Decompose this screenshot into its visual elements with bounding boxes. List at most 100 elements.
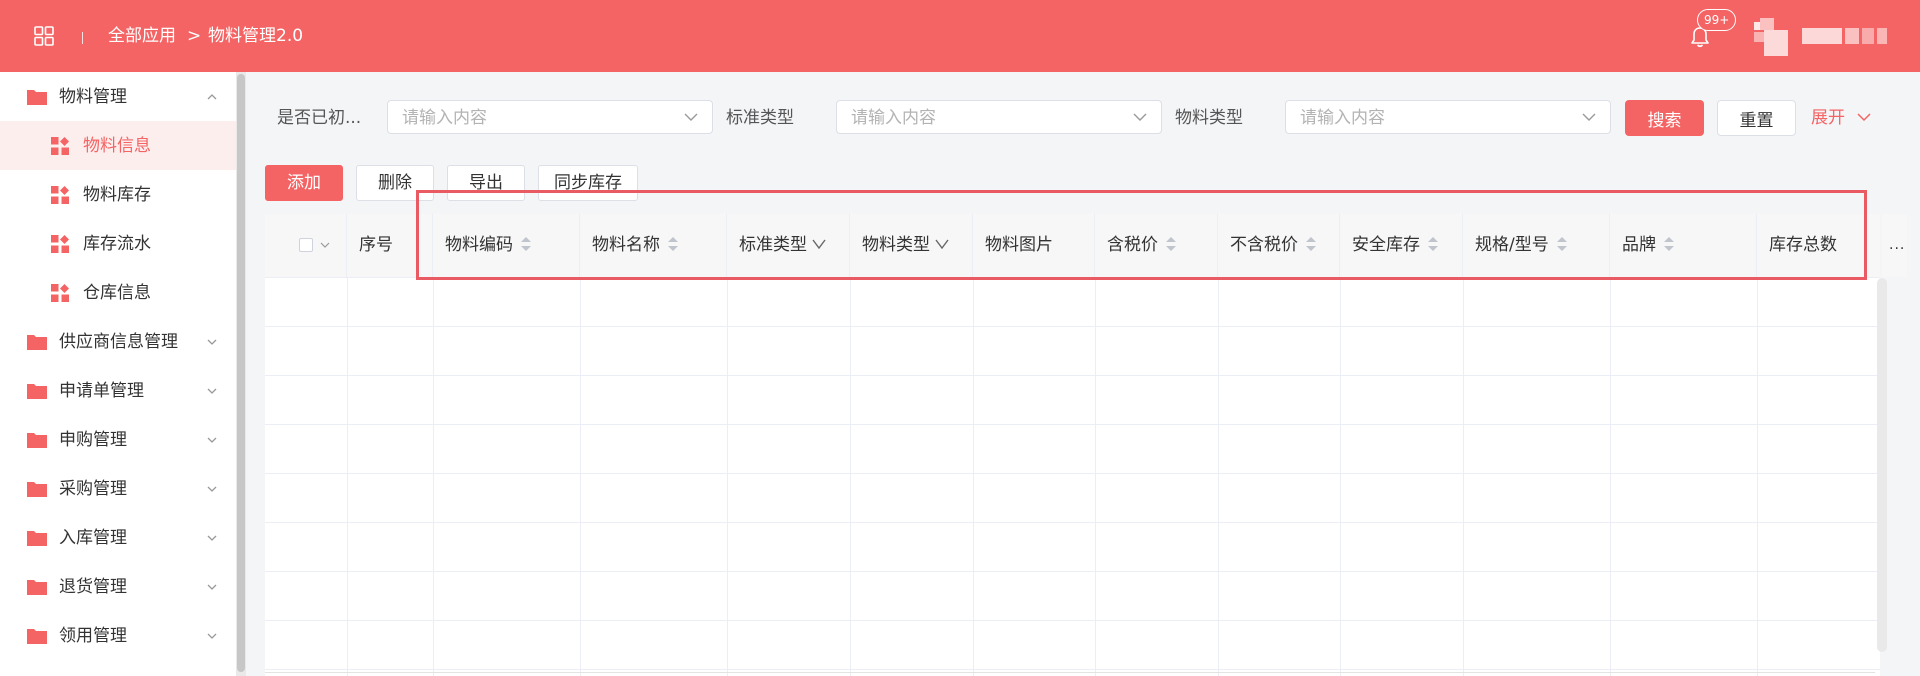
column-divider [1463,278,1464,676]
column-title: 序号 [359,235,393,255]
sidebar-item-label: 申请单管理 [59,381,144,401]
username-redacted[interactable] [1802,28,1890,47]
select-placeholder: 请输入内容 [402,108,487,128]
sidebar-item-stock-flow[interactable]: 库存流水 [0,219,236,268]
filter-label-initialized: 是否已初... [277,108,362,128]
folder-icon [27,629,47,644]
table-row [265,278,1880,327]
notification-badge: 99+ [1697,9,1737,31]
folder-icon [27,384,47,399]
chevron-down-icon[interactable] [320,242,330,249]
select-placeholder: 请输入内容 [851,108,936,128]
sidebar-item-label: 物料信息 [83,136,151,156]
sidebar-item-label: 入库管理 [59,528,127,548]
column-divider [1610,278,1611,676]
sidebar-item-material-info[interactable]: 物料信息 [0,121,236,170]
folder-icon [27,482,47,497]
table-scrollbar[interactable] [1877,278,1887,652]
chevron-down-icon [207,388,217,394]
filter-label-standard-type: 标准类型 [726,108,794,128]
sidebar-item-purchase-request[interactable]: 申购管理 [0,415,236,464]
select-all-header [265,214,347,277]
column-divider [580,278,581,676]
column-divider [1757,278,1758,676]
table-body [265,278,1880,676]
chevron-down-icon [1582,113,1596,121]
add-button[interactable]: 添加 [265,165,343,201]
chevron-down-icon[interactable] [1857,112,1871,122]
chevron-down-icon [207,339,217,345]
sidebar-item-label: 物料管理 [59,87,127,107]
folder-icon [27,531,47,546]
sidebar-item-returns[interactable]: 退货管理 [0,562,236,611]
reset-button[interactable]: 重置 [1717,100,1796,136]
chevron-down-icon [207,535,217,541]
column-divider [1340,278,1341,676]
initialized-select[interactable]: 请输入内容 [387,100,713,134]
chevron-down-icon [684,113,698,121]
table-row [265,474,1880,523]
grid-icon [51,235,69,253]
sidebar-item-label: 申购管理 [59,430,127,450]
table-row [265,572,1880,621]
header-divider [82,32,83,44]
sidebar-item-inbound[interactable]: 入库管理 [0,513,236,562]
material-type-select[interactable]: 请输入内容 [1285,100,1611,134]
standard-type-select[interactable]: 请输入内容 [836,100,1162,134]
avatar[interactable] [1754,18,1788,56]
sidebar-item-label: 物料库存 [83,185,151,205]
chevron-down-icon [207,486,217,492]
column-divider [850,278,851,676]
chevron-up-icon [207,94,217,100]
chevron-down-icon [207,584,217,590]
column-divider [727,278,728,676]
sidebar-item-procurement[interactable]: 采购管理 [0,464,236,513]
chevron-down-icon [207,437,217,443]
sidebar-item-warehouse-info[interactable]: 仓库信息 [0,268,236,317]
folder-icon [27,580,47,595]
table-row [265,376,1880,425]
folder-icon [27,90,47,105]
column-divider [1095,278,1096,676]
table-bottom-border [265,672,1875,673]
column-divider [347,278,348,676]
sidebar: 物料管理 物料信息 物料库存 库存流水 仓库信息 供应商信息管理 申请单管理 申… [0,72,236,676]
materials-table: 序号 物料编码 物料名称 标准类型 物料类型 物料图片 含税价 不含税价 安全库… [265,214,1880,676]
folder-icon [27,335,47,350]
sidebar-item-label: 退货管理 [59,577,127,597]
sidebar-item-label: 领用管理 [59,626,127,646]
sidebar-item-label: 仓库信息 [83,283,151,303]
chevron-down-icon [1133,113,1147,121]
column-divider [973,278,974,676]
breadcrumb-root[interactable]: 全部应用 [108,26,176,46]
column-divider [433,278,434,676]
breadcrumb-current: 物料管理2.0 [208,26,304,46]
sidebar-item-material-stock[interactable]: 物料库存 [0,170,236,219]
table-row [265,327,1880,376]
highlight-annotation-box [416,190,1867,280]
sidebar-item-supplier-management[interactable]: 供应商信息管理 [0,317,236,366]
apps-grid-icon[interactable] [34,26,54,46]
search-button[interactable]: 搜索 [1625,100,1704,136]
table-row [265,621,1880,670]
expand-toggle[interactable]: 展开 [1811,107,1845,129]
more-icon: ... [1889,237,1906,253]
sidebar-item-label: 供应商信息管理 [59,332,178,352]
filter-label-material-type: 物料类型 [1175,108,1243,128]
chevron-down-icon [207,633,217,639]
sidebar-item-label: 库存流水 [83,234,151,254]
sidebar-item-label: 采购管理 [59,479,127,499]
sidebar-item-requisition[interactable]: 领用管理 [0,611,236,660]
sidebar-item-application-management[interactable]: 申请单管理 [0,366,236,415]
column-settings-button[interactable]: ... [1882,214,1907,277]
folder-icon [27,433,47,448]
sidebar-item-material-management[interactable]: 物料管理 [0,72,236,121]
sidebar-scrollbar-thumb[interactable] [237,74,245,672]
select-all-checkbox[interactable] [299,238,313,252]
table-row [265,425,1880,474]
table-row [265,523,1880,572]
top-header: 全部应用 > 物料管理2.0 99+ [0,0,1920,72]
grid-icon [51,137,69,155]
grid-icon [51,284,69,302]
select-placeholder: 请输入内容 [1300,108,1385,128]
